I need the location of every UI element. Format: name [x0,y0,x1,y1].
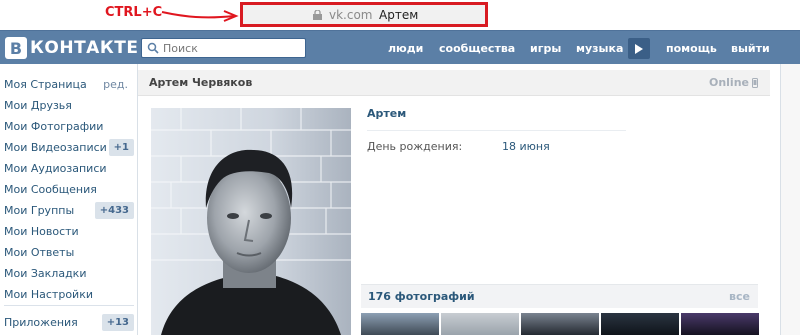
menu-videos[interactable]: Мои Видеозаписи +1 [0,137,134,158]
address-bar[interactable]: vk.com Артем [240,2,488,27]
nav-help-wrap: помощь [666,31,717,65]
menu-label: Мои Фотографии [4,120,104,133]
nav-music-wrap: музыка [576,31,623,65]
menu-divider [4,305,134,306]
menu-label: Приложения [4,316,78,329]
photo-thumbnail[interactable] [681,313,759,335]
photo-thumbnail[interactable] [521,313,599,335]
photo-thumbnail[interactable] [441,313,519,335]
birthday-value[interactable]: 18 июня [502,140,550,153]
left-menu: Моя Страница ред. Мои Друзья Мои Фотогра… [0,74,134,333]
annotation-label: CTRL+C [105,5,163,20]
photos-header: 176 фотографий все [361,284,758,308]
menu-friends[interactable]: Мои Друзья [0,95,134,116]
menu-label: Мои Новости [4,225,79,238]
avatar-photo [151,108,351,335]
menu-label: Мои Группы [4,204,75,217]
online-text: Online [708,76,749,89]
nav-games-wrap: игры [530,31,561,65]
videos-count-badge[interactable]: +1 [108,139,134,156]
menu-label: Мои Аудиозаписи [4,162,107,175]
photo-thumbnail[interactable] [601,313,679,335]
right-gutter [781,64,800,335]
menu-label: Мои Ответы [4,246,75,259]
photo-thumbnail[interactable] [361,313,439,335]
nav-communities-wrap: сообщества [439,31,515,65]
menu-photos[interactable]: Мои Фотографии [0,116,134,137]
menu-label: Мои Сообщения [4,183,97,196]
logo-letter: B [5,37,27,59]
nav-help[interactable]: помощь [666,42,717,55]
url-domain: vk.com [329,8,373,22]
lock-icon [313,10,322,20]
profile-header: Артем Червяков Online [138,70,770,96]
nav-people[interactable]: люди [388,42,423,55]
menu-audio[interactable]: Мои Аудиозаписи [0,158,134,179]
menu-messages[interactable]: Мои Сообщения [0,179,134,200]
nav-communities[interactable]: сообщества [439,42,515,55]
profile-avatar[interactable] [151,108,351,335]
play-button[interactable] [628,38,650,59]
nav-logout-wrap: выйти [731,31,770,65]
menu-my-page[interactable]: Моя Страница ред. [0,74,134,95]
photos-all-link[interactable]: все [729,290,750,303]
menu-news[interactable]: Мои Новости [0,221,134,242]
profile-header-name: Артем Червяков [149,76,253,89]
apps-count-badge[interactable]: +13 [101,314,134,331]
nav-logout[interactable]: выйти [731,42,770,55]
search-box[interactable] [141,38,306,58]
menu-label: Мои Видеозаписи [4,141,107,154]
online-status: Online [709,76,758,89]
menu-label: Мои Друзья [4,99,72,112]
photos-title[interactable]: 176 фотографий [368,290,475,303]
menu-bookmarks[interactable]: Мои Закладки [0,263,134,284]
groups-count-badge[interactable]: +433 [94,202,134,219]
search-icon [147,42,159,54]
play-icon [635,43,643,54]
menu-label: Моя Страница [4,78,87,91]
nav-people-wrap: люди [388,31,423,65]
top-header: B КОНТАКТЕ люди сообщества игры музыка п… [0,30,800,64]
menu-apps[interactable]: Приложения +13 [0,312,134,333]
red-arrow-icon [161,10,239,22]
profile-name-title: Артем [367,107,407,120]
menu-answers[interactable]: Мои Ответы [0,242,134,263]
search-input[interactable] [163,41,303,55]
annotation-strip: CTRL+C vk.com Артем [0,0,800,30]
url-path: Артем [379,8,419,22]
menu-label: Мои Закладки [4,267,87,280]
edit-link[interactable]: ред. [103,74,128,95]
menu-settings[interactable]: Мои Настройки [0,284,134,305]
nav-games[interactable]: игры [530,42,561,55]
title-divider [367,130,626,131]
vk-logo[interactable]: B КОНТАКТЕ [5,37,138,59]
menu-groups[interactable]: Мои Группы +433 [0,200,134,221]
logo-text: КОНТАКТЕ [30,38,139,58]
nav-music[interactable]: музыка [576,42,623,55]
photo-thumbnails [361,313,761,335]
birthday-label: День рождения: [367,140,463,153]
menu-label: Мои Настройки [4,288,93,301]
mobile-phone-icon [752,77,758,88]
